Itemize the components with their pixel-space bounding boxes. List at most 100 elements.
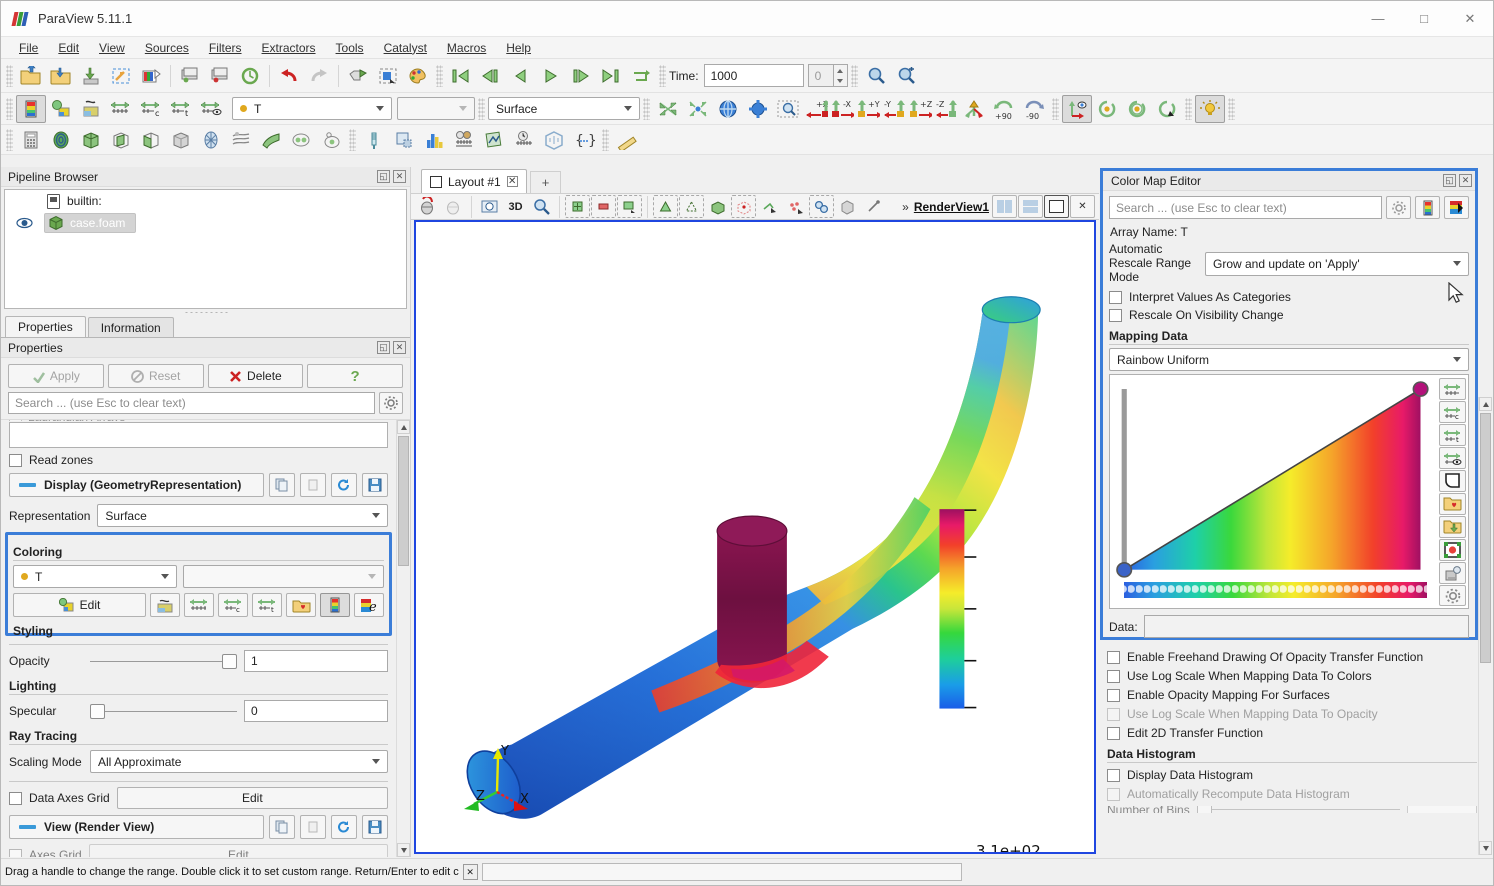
tab-layout-1[interactable]: Layout #1 ✕ — [421, 169, 527, 193]
close-layout-icon[interactable]: ✕ — [506, 176, 518, 187]
enable-lighting-icon[interactable] — [1195, 94, 1225, 123]
maximize-view-icon[interactable] — [1044, 195, 1069, 218]
zoom-icon[interactable] — [529, 195, 554, 218]
select-frustum-points-icon[interactable] — [679, 195, 704, 218]
save-as-default-icon[interactable] — [362, 473, 388, 497]
toolbar-grip-11[interactable] — [6, 128, 13, 151]
pick-icon[interactable] — [861, 195, 886, 218]
ruler-icon[interactable] — [612, 126, 642, 154]
paste-view-properties-icon[interactable] — [300, 815, 326, 839]
zoom-to-data-icon-2[interactable] — [683, 95, 713, 123]
contour-icon[interactable] — [46, 126, 76, 154]
coloring-array-combo[interactable]: T — [232, 97, 392, 120]
probe-icon[interactable] — [359, 126, 389, 154]
lagrangian-arrays-list[interactable] — [9, 422, 388, 448]
threshold-icon[interactable] — [136, 126, 166, 154]
menu-help[interactable]: Help — [496, 39, 541, 57]
undock-icon[interactable]: ◱ — [377, 170, 390, 183]
undock-properties-icon[interactable]: ◱ — [377, 341, 390, 354]
menu-edit[interactable]: Edit — [48, 39, 89, 57]
properties-vertical-scrollbar[interactable] — [396, 420, 410, 857]
select-surface-cells-icon[interactable] — [441, 195, 466, 218]
close-cme-icon[interactable]: ✕ — [1459, 174, 1472, 187]
interpret-categories-row[interactable]: Interpret Values As Categories — [1109, 290, 1469, 304]
plot-selection-icon[interactable] — [479, 126, 509, 154]
hover-points-icon[interactable] — [757, 195, 782, 218]
paste-display-properties-icon[interactable] — [300, 473, 326, 497]
toolbar-overflow-icon[interactable]: » — [902, 200, 909, 214]
rotate-plus-90-icon[interactable]: +90 — [989, 95, 1019, 123]
clip-icon[interactable] — [76, 126, 106, 154]
extract-level-icon[interactable] — [316, 126, 346, 154]
select-blocks-icon[interactable] — [705, 195, 730, 218]
previous-frame-icon[interactable] — [476, 62, 506, 90]
toolbar-grip-8[interactable] — [1052, 97, 1059, 120]
data-axes-grid-checkbox[interactable] — [9, 791, 22, 805]
delete-button[interactable]: Delete — [207, 364, 304, 388]
add-layout-tab[interactable]: + — [529, 171, 562, 193]
cme-scroll-thumb[interactable] — [1480, 413, 1491, 663]
opacity-transfer-function-plot[interactable] — [1116, 381, 1435, 604]
undock-cme-icon[interactable]: ◱ — [1443, 174, 1456, 187]
render-view-1[interactable]: 3.1e+02 305 300 295 2.9e+02 T Y Z X — [414, 220, 1096, 854]
cme-edit-color-legend-icon[interactable] — [1444, 196, 1469, 219]
rescale-to-data-icon[interactable] — [106, 95, 136, 123]
close-view-icon[interactable]: ✕ — [1070, 195, 1095, 218]
toolbar-grip-3[interactable] — [659, 64, 666, 87]
slice-icon[interactable] — [106, 126, 136, 154]
log-scale-colors-row[interactable]: Use Log Scale When Mapping Data To Color… — [1107, 669, 1477, 683]
menu-tools[interactable]: Tools — [326, 39, 374, 57]
pipeline-item-case-foam[interactable]: case.foam — [5, 212, 406, 234]
display-histogram-row[interactable]: Display Data Histogram — [1107, 768, 1477, 782]
calculator-icon[interactable] — [16, 126, 46, 154]
toolbar-grip-12[interactable] — [349, 128, 356, 151]
rescale-over-time-range-icon[interactable]: c — [218, 593, 248, 617]
toolbar-grip-10[interactable] — [1228, 97, 1235, 120]
reset-button[interactable]: Reset — [107, 364, 204, 388]
panel-splitter[interactable] — [1, 309, 410, 316]
pick-center-icon[interactable] — [743, 95, 773, 123]
copy-display-properties-icon[interactable] — [269, 473, 295, 497]
tf-rescale-over-time-icon[interactable]: t — [1439, 424, 1466, 447]
select-points-icon[interactable] — [653, 195, 678, 218]
zoom-to-data-icon[interactable] — [861, 62, 891, 90]
last-frame-icon[interactable] — [596, 62, 626, 90]
time-input[interactable]: 1000 — [703, 64, 804, 87]
-X-icon[interactable]: -X — [829, 95, 855, 123]
tf-choose-preset-icon[interactable] — [1439, 492, 1466, 515]
pipeline-item-chip[interactable]: case.foam — [44, 213, 137, 233]
center-axes-icon[interactable] — [713, 95, 743, 123]
save-preset-icon[interactable] — [1439, 515, 1466, 538]
view-header[interactable]: View (Render View) — [9, 815, 264, 839]
open-recent-icon[interactable] — [46, 62, 76, 90]
display-header[interactable]: Display (GeometryRepresentation) — [9, 473, 264, 497]
stream-tracer-icon[interactable] — [226, 126, 256, 154]
opacity-slider[interactable] — [90, 653, 237, 669]
split-vertical-icon[interactable] — [1018, 195, 1043, 218]
cme-vertical-scrollbar[interactable] — [1478, 397, 1492, 855]
zoom-closest-icon[interactable] — [891, 62, 921, 90]
axes-grid-edit-button[interactable]: Edit — [88, 844, 388, 857]
invert-transfer-function-icon[interactable] — [1439, 470, 1466, 492]
show-color-legend-icon[interactable] — [320, 593, 350, 617]
pipeline-browser[interactable]: builtin: case.foam — [4, 189, 407, 309]
transfer-function-canvas[interactable] — [1116, 381, 1435, 604]
first-frame-icon[interactable] — [446, 62, 476, 90]
time-frame-spinner[interactable] — [833, 64, 848, 87]
edit-2d-transfer-row[interactable]: Edit 2D Transfer Function — [1107, 726, 1477, 740]
tf-gear-icon[interactable] — [1439, 584, 1466, 607]
data-value-input[interactable] — [1143, 615, 1469, 639]
3d-mode-button[interactable]: 3D — [503, 195, 528, 218]
cme-scroll-down-icon[interactable] — [1479, 841, 1492, 855]
coloring-component-select[interactable] — [183, 565, 384, 588]
rescale-temporal-icon[interactable] — [196, 95, 226, 123]
toolbar-grip-5[interactable] — [6, 97, 13, 120]
rotate-minus-90-icon[interactable]: -90 — [1019, 95, 1049, 123]
control-point-min[interactable] — [1116, 562, 1133, 579]
rescale-custom-range-icon[interactable] — [150, 593, 180, 617]
opacity-mapping-checkbox[interactable] — [1107, 688, 1120, 702]
open-file-icon[interactable] — [16, 62, 46, 90]
annotate-time-icon[interactable] — [539, 126, 569, 154]
rescale-custom-icon[interactable] — [76, 95, 106, 123]
rescale-visible-icon[interactable]: t — [166, 95, 196, 123]
